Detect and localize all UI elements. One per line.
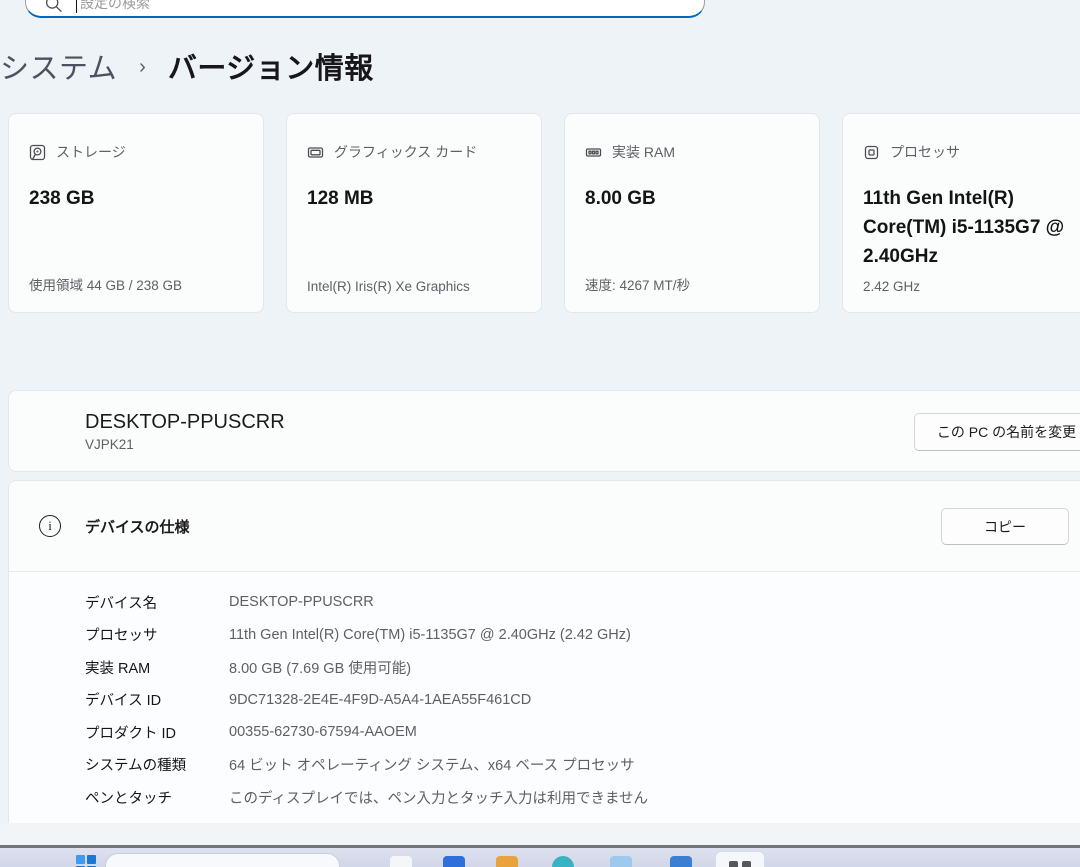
cpu-icon bbox=[863, 144, 880, 161]
spec-value: このディスプレイでは、ペン入力とタッチ入力は利用できません bbox=[229, 787, 648, 808]
taskbar-active-app-icon[interactable] bbox=[715, 851, 765, 867]
spec-value: 64 ビット オペレーティング システム、x64 ベース プロセッサ bbox=[229, 754, 635, 775]
page-title: バージョン情報 bbox=[168, 45, 374, 87]
spec-row-processor: プロセッサ 11th Gen Intel(R) Core(TM) i5-1135… bbox=[9, 619, 1080, 652]
device-specs-card: i デバイスの仕様 コピー デバイス名 DESKTOP-PPUSCRR プロセッ… bbox=[8, 480, 1080, 823]
taskbar bbox=[0, 848, 1080, 867]
taskbar-search-box[interactable] bbox=[105, 853, 340, 867]
taskbar-app-icon-6[interactable] bbox=[670, 856, 692, 867]
graphics-label: グラフィックス カード bbox=[334, 142, 477, 162]
processor-card: プロセッサ 11th Gen Intel(R) Core(TM) i5-1135… bbox=[842, 113, 1080, 313]
graphics-footer: Intel(R) Iris(R) Xe Graphics bbox=[307, 279, 470, 294]
graphics-card: グラフィックス カード 128 MB Intel(R) Iris(R) Xe G… bbox=[286, 113, 542, 313]
processor-footer: 2.42 GHz bbox=[863, 279, 920, 294]
taskbar-app-icon-1[interactable] bbox=[390, 856, 412, 867]
spec-label: デバイス ID bbox=[85, 689, 229, 710]
spec-value: 00355-62730-67594-AAOEM bbox=[229, 724, 417, 740]
spec-row-system-type: システムの種類 64 ビット オペレーティング システム、x64 ベース プロセ… bbox=[9, 749, 1080, 782]
spec-row-device-name: デバイス名 DESKTOP-PPUSCRR bbox=[9, 586, 1080, 619]
taskbar-app-icon-2[interactable] bbox=[443, 856, 465, 867]
breadcrumb-system[interactable]: システム bbox=[0, 45, 117, 87]
search-icon bbox=[44, 0, 64, 16]
storage-card: ストレージ 238 GB 使用領域 44 GB / 238 GB bbox=[8, 113, 264, 313]
processor-value: 11th Gen Intel(R) Core(TM) i5-1135G7 @ 2… bbox=[863, 184, 1077, 271]
spec-row-device-id: デバイス ID 9DC71328-2E4E-4F9D-A5A4-1AEA55F4… bbox=[9, 684, 1080, 717]
ram-card: 実装 RAM 8.00 GB 速度: 4267 MT/秒 bbox=[564, 113, 820, 313]
spec-value: DESKTOP-PPUSCRR bbox=[229, 594, 374, 610]
breadcrumb-chevron-icon: › bbox=[139, 56, 146, 79]
device-name-card: DESKTOP-PPUSCRR VJPK21 この PC の名前を変更 bbox=[8, 390, 1080, 472]
device-name: DESKTOP-PPUSCRR bbox=[85, 411, 285, 434]
spec-row-pen-touch: ペンとタッチ このディスプレイでは、ペン入力とタッチ入力は利用できません bbox=[9, 781, 1080, 814]
info-icon: i bbox=[39, 515, 61, 537]
ram-label: 実装 RAM bbox=[612, 142, 675, 162]
storage-value: 238 GB bbox=[29, 184, 243, 213]
ram-value: 8.00 GB bbox=[585, 184, 799, 213]
windows-start-icon[interactable] bbox=[76, 855, 96, 867]
graphics-value: 128 MB bbox=[307, 184, 521, 213]
search-placeholder: 設定の検索 bbox=[80, 0, 150, 14]
storage-footer: 使用領域 44 GB / 238 GB bbox=[29, 274, 182, 294]
processor-label: プロセッサ bbox=[890, 142, 960, 162]
ram-icon bbox=[585, 144, 602, 161]
taskbar-app-icon-5[interactable] bbox=[610, 856, 632, 867]
device-specs-title: デバイスの仕様 bbox=[85, 516, 190, 537]
storage-label: ストレージ bbox=[56, 142, 126, 162]
settings-search-input[interactable]: 設定の検索 bbox=[25, 0, 705, 18]
ram-footer: 速度: 4267 MT/秒 bbox=[585, 274, 690, 294]
graphics-card-icon bbox=[307, 144, 324, 161]
copy-button[interactable]: コピー bbox=[941, 508, 1069, 545]
device-specs-header[interactable]: i デバイスの仕様 コピー bbox=[9, 481, 1080, 572]
device-model: VJPK21 bbox=[85, 437, 134, 452]
breadcrumb: システム › バージョン情報 bbox=[0, 46, 374, 86]
spec-row-product-id: プロダクト ID 00355-62730-67594-AAOEM bbox=[9, 716, 1080, 749]
taskbar-app-icon-4[interactable] bbox=[552, 856, 574, 867]
spec-row-ram: 実装 RAM 8.00 GB (7.69 GB 使用可能) bbox=[9, 651, 1080, 684]
spec-value: 8.00 GB (7.69 GB 使用可能) bbox=[229, 657, 411, 678]
spec-value: 11th Gen Intel(R) Core(TM) i5-1135G7 @ 2… bbox=[229, 627, 631, 643]
spec-label: デバイス名 bbox=[85, 592, 229, 613]
device-specs-list: デバイス名 DESKTOP-PPUSCRR プロセッサ 11th Gen Int… bbox=[9, 586, 1080, 814]
taskbar-app-icon-3[interactable] bbox=[496, 856, 518, 867]
spec-label: システムの種類 bbox=[85, 754, 229, 775]
spec-value: 9DC71328-2E4E-4F9D-A5A4-1AEA55F461CD bbox=[229, 692, 531, 708]
text-caret bbox=[76, 0, 77, 13]
spec-label: ペンとタッチ bbox=[85, 787, 229, 808]
spec-label: 実装 RAM bbox=[85, 657, 229, 678]
spec-label: プロセッサ bbox=[85, 624, 229, 645]
rename-pc-button[interactable]: この PC の名前を変更 bbox=[914, 413, 1080, 451]
storage-icon bbox=[29, 144, 46, 161]
window-bottom-edge bbox=[0, 823, 1080, 845]
spec-label: プロダクト ID bbox=[85, 722, 229, 743]
windows-settings-about-page: 設定の検索 システム › バージョン情報 ストレージ 238 GB 使用領域 4… bbox=[0, 0, 1080, 867]
